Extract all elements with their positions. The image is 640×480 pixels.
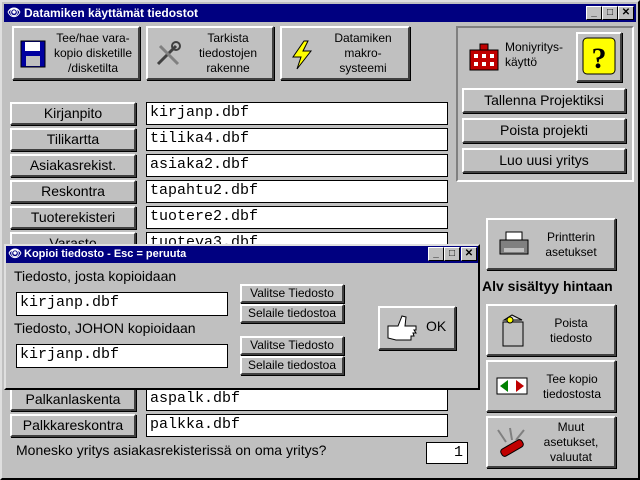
file-button-2[interactable]: Asiakasrekist.	[10, 154, 136, 177]
check-structure-button[interactable]: Tarkista tiedostojen rakenne	[146, 26, 274, 80]
file-path-field-4[interactable]: tuotere2.dbf	[146, 206, 448, 229]
check-line-2: tiedostojen	[198, 46, 258, 60]
macro-line-3: systeemi	[339, 61, 387, 75]
dialog-title: Kopioi tiedosto - Esc = peruuta	[24, 248, 187, 260]
maximize-button[interactable]: □	[602, 6, 618, 20]
target-file-input[interactable]: kirjanp.dbf	[16, 344, 228, 368]
dialog-title-bar[interactable]: 👁 Kopioi tiedosto - Esc = peruuta _ □ ✕	[6, 246, 478, 263]
copy-file-line-1: Tee kopio	[546, 372, 598, 386]
new-company-button[interactable]: Luo uusi yritys	[462, 148, 626, 173]
file-button-3[interactable]: Reskontra	[10, 180, 136, 203]
target-label: Tiedosto, JOHON kopioidaan	[14, 320, 196, 336]
dialog-close-button[interactable]: ✕	[461, 247, 477, 261]
dialog-minimize-button[interactable]: _	[428, 247, 444, 261]
company-number-field[interactable]: 1	[426, 442, 468, 464]
svg-text:?: ?	[592, 42, 607, 75]
multi-company-label: Moniyritys- käyttö	[505, 40, 573, 70]
file-button-4[interactable]: Tuoterekisteri	[10, 206, 136, 229]
select-target-file-button[interactable]: Valitse Tiedosto	[240, 336, 344, 355]
question-icon: ?	[582, 37, 616, 75]
tools-icon	[156, 41, 181, 66]
macro-line-1: Datamiken	[334, 31, 392, 45]
lightning-icon	[292, 40, 313, 70]
file-path-field-7[interactable]: palkka.dbf	[146, 414, 448, 437]
trash-icon	[502, 314, 524, 347]
source-file-input[interactable]: kirjanp.dbf	[16, 292, 228, 316]
multi-company-line-1: Moniyritys-	[505, 40, 564, 54]
backup-disk-button[interactable]: Tee/hae vara- kopio disketille /disketil…	[12, 26, 140, 80]
file-path-field-0[interactable]: kirjanp.dbf	[146, 102, 448, 125]
eye-icon: 👁	[7, 7, 21, 19]
copy-arrows-icon	[496, 377, 528, 395]
save-project-button[interactable]: Tallenna Projektiksi	[462, 88, 626, 113]
file-button-1[interactable]: Tilikartta	[10, 128, 136, 151]
help-button[interactable]: ?	[576, 32, 622, 82]
macro-line-2: makro-	[344, 46, 382, 60]
main-window: 👁 Datamiken käyttämät tiedostot _ □ ✕ Te…	[0, 0, 640, 480]
check-line-3: rakenne	[206, 61, 250, 75]
file-button-7[interactable]: Palkkareskontra	[10, 414, 136, 437]
copy-file-line-2: tiedostosta	[542, 387, 602, 401]
source-label: Tiedosto, josta kopioidaan	[14, 268, 177, 284]
backup-line-2: kopio disketille	[53, 46, 133, 60]
other-settings-button[interactable]: Muut asetukset, valuutat	[486, 416, 616, 468]
other-settings-line-2: asetukset,	[543, 435, 599, 449]
file-path-field-2[interactable]: asiaka2.dbf	[146, 154, 448, 177]
dialog-maximize-button[interactable]: □	[444, 247, 460, 261]
floppy-disk-icon	[20, 40, 46, 68]
delete-project-button[interactable]: Poista projekti	[462, 118, 626, 143]
close-button[interactable]: ✕	[618, 6, 634, 20]
ok-button[interactable]: OK	[378, 306, 456, 350]
backup-line-1: Tee/hae vara-	[56, 31, 130, 45]
company-question: Monesko yritys asiakasrekisterissä on om…	[16, 442, 327, 458]
printer-line-2: asetukset	[545, 245, 597, 259]
delete-file-button[interactable]: Poista tiedosto	[486, 304, 616, 356]
select-source-file-button[interactable]: Valitse Tiedosto	[240, 284, 344, 303]
vat-label: Alv sisältyy hintaan	[482, 278, 613, 294]
multi-company-line-2: käyttö	[505, 55, 538, 69]
copy-file-button[interactable]: Tee kopio tiedostosta	[486, 360, 616, 412]
macro-system-button[interactable]: Datamiken makro- systeemi	[280, 26, 410, 80]
copy-dialog: 👁 Kopioi tiedosto - Esc = peruuta _ □ ✕ …	[4, 244, 480, 390]
delete-file-line-2: tiedosto	[549, 331, 593, 345]
file-path-field-3[interactable]: tapahtu2.dbf	[146, 180, 448, 203]
main-title-bar[interactable]: 👁 Datamiken käyttämät tiedostot _ □ ✕	[4, 4, 636, 22]
main-title: Datamiken käyttämät tiedostot	[24, 6, 199, 20]
delete-file-line-1: Poista	[554, 316, 588, 330]
browse-target-file-button[interactable]: Selaile tiedostoa	[240, 356, 344, 375]
file-button-0[interactable]: Kirjanpito	[10, 102, 136, 125]
ok-label: OK	[426, 318, 447, 334]
printer-icon	[499, 231, 529, 255]
other-settings-line-1: Muut	[557, 420, 585, 434]
file-button-6[interactable]: Palkanlaskenta	[10, 388, 136, 411]
swiss-knife-icon	[497, 427, 525, 457]
file-path-field-1[interactable]: tilika4.dbf	[146, 128, 448, 151]
building-icon	[469, 43, 499, 71]
other-settings-line-3: valuutat	[549, 450, 593, 464]
check-line-1: Tarkista	[207, 31, 249, 45]
browse-source-file-button[interactable]: Selaile tiedostoa	[240, 304, 344, 323]
printer-line-1: Printterin	[546, 230, 596, 244]
backup-line-3: /disketilta	[67, 61, 119, 75]
printer-settings-button[interactable]: Printterin asetukset	[486, 218, 616, 270]
file-path-field-6[interactable]: aspalk.dbf	[146, 388, 448, 411]
thumbs-up-hand-icon	[387, 315, 417, 341]
dialog-eye-icon: 👁	[8, 248, 22, 260]
minimize-button[interactable]: _	[586, 6, 602, 20]
